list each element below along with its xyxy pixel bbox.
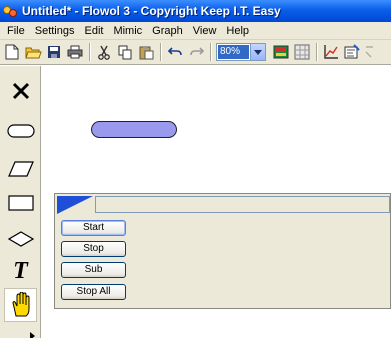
new-file-icon[interactable] [3, 43, 21, 61]
sub-button[interactable]: Sub [61, 262, 126, 278]
flowol-app-icon[interactable] [3, 4, 18, 19]
grid-icon[interactable] [293, 43, 311, 61]
menu-help[interactable]: Help [221, 25, 254, 37]
toolbar-separator [210, 43, 212, 61]
properties-icon[interactable] [343, 43, 361, 61]
flowchart-oval-shape[interactable] [91, 121, 177, 138]
zoom-select[interactable]: 80% [216, 43, 266, 61]
extra-tool-icon[interactable] [364, 43, 374, 61]
panel-status-field [95, 196, 390, 213]
panel-corner-triangle-icon [57, 196, 93, 214]
menu-file[interactable]: File [2, 25, 30, 37]
cut-icon[interactable] [95, 43, 113, 61]
rectangle-tool-icon[interactable] [4, 186, 37, 220]
oval-tool-icon[interactable] [4, 114, 37, 148]
toolbar-separator [316, 43, 318, 61]
hand-tool-icon[interactable] [4, 288, 37, 322]
tool-palette: T [0, 66, 41, 338]
control-panel: Start Stop Sub Stop All [54, 193, 391, 309]
menu-view[interactable]: View [188, 25, 222, 37]
paste-icon[interactable] [137, 43, 155, 61]
window-title: Untitled* - Flowol 3 - Copyright Keep I.… [22, 4, 281, 18]
zoom-value: 80% [218, 45, 249, 59]
toolbar-separator [160, 43, 162, 61]
graph-icon[interactable] [322, 43, 340, 61]
delete-tool-icon[interactable] [4, 74, 37, 108]
toolbar: 80% [0, 40, 391, 65]
toolbar-separator [89, 43, 91, 61]
title-bar: Untitled* - Flowol 3 - Copyright Keep I.… [0, 0, 391, 22]
undo-icon[interactable] [166, 43, 184, 61]
text-tool-icon[interactable]: T [4, 254, 37, 288]
open-folder-icon[interactable] [24, 43, 42, 61]
menu-graph[interactable]: Graph [147, 25, 188, 37]
menu-settings[interactable]: Settings [30, 25, 80, 37]
palette-scroll-arrow-icon[interactable] [30, 332, 35, 338]
menu-mimic[interactable]: Mimic [108, 25, 147, 37]
print-icon[interactable] [66, 43, 84, 61]
menu-edit[interactable]: Edit [79, 25, 108, 37]
save-disk-icon[interactable] [45, 43, 63, 61]
start-button[interactable]: Start [61, 220, 126, 236]
diamond-tool-icon[interactable] [4, 222, 37, 256]
chevron-down-icon[interactable] [250, 44, 265, 60]
parallelogram-tool-icon[interactable] [4, 152, 37, 186]
stop-button[interactable]: Stop [61, 241, 126, 257]
redo-icon[interactable] [187, 43, 205, 61]
copy-icon[interactable] [116, 43, 134, 61]
color-icon[interactable] [272, 43, 290, 61]
stop-all-button[interactable]: Stop All [61, 284, 126, 300]
menu-bar: File Settings Edit Mimic Graph View Help [0, 22, 391, 40]
